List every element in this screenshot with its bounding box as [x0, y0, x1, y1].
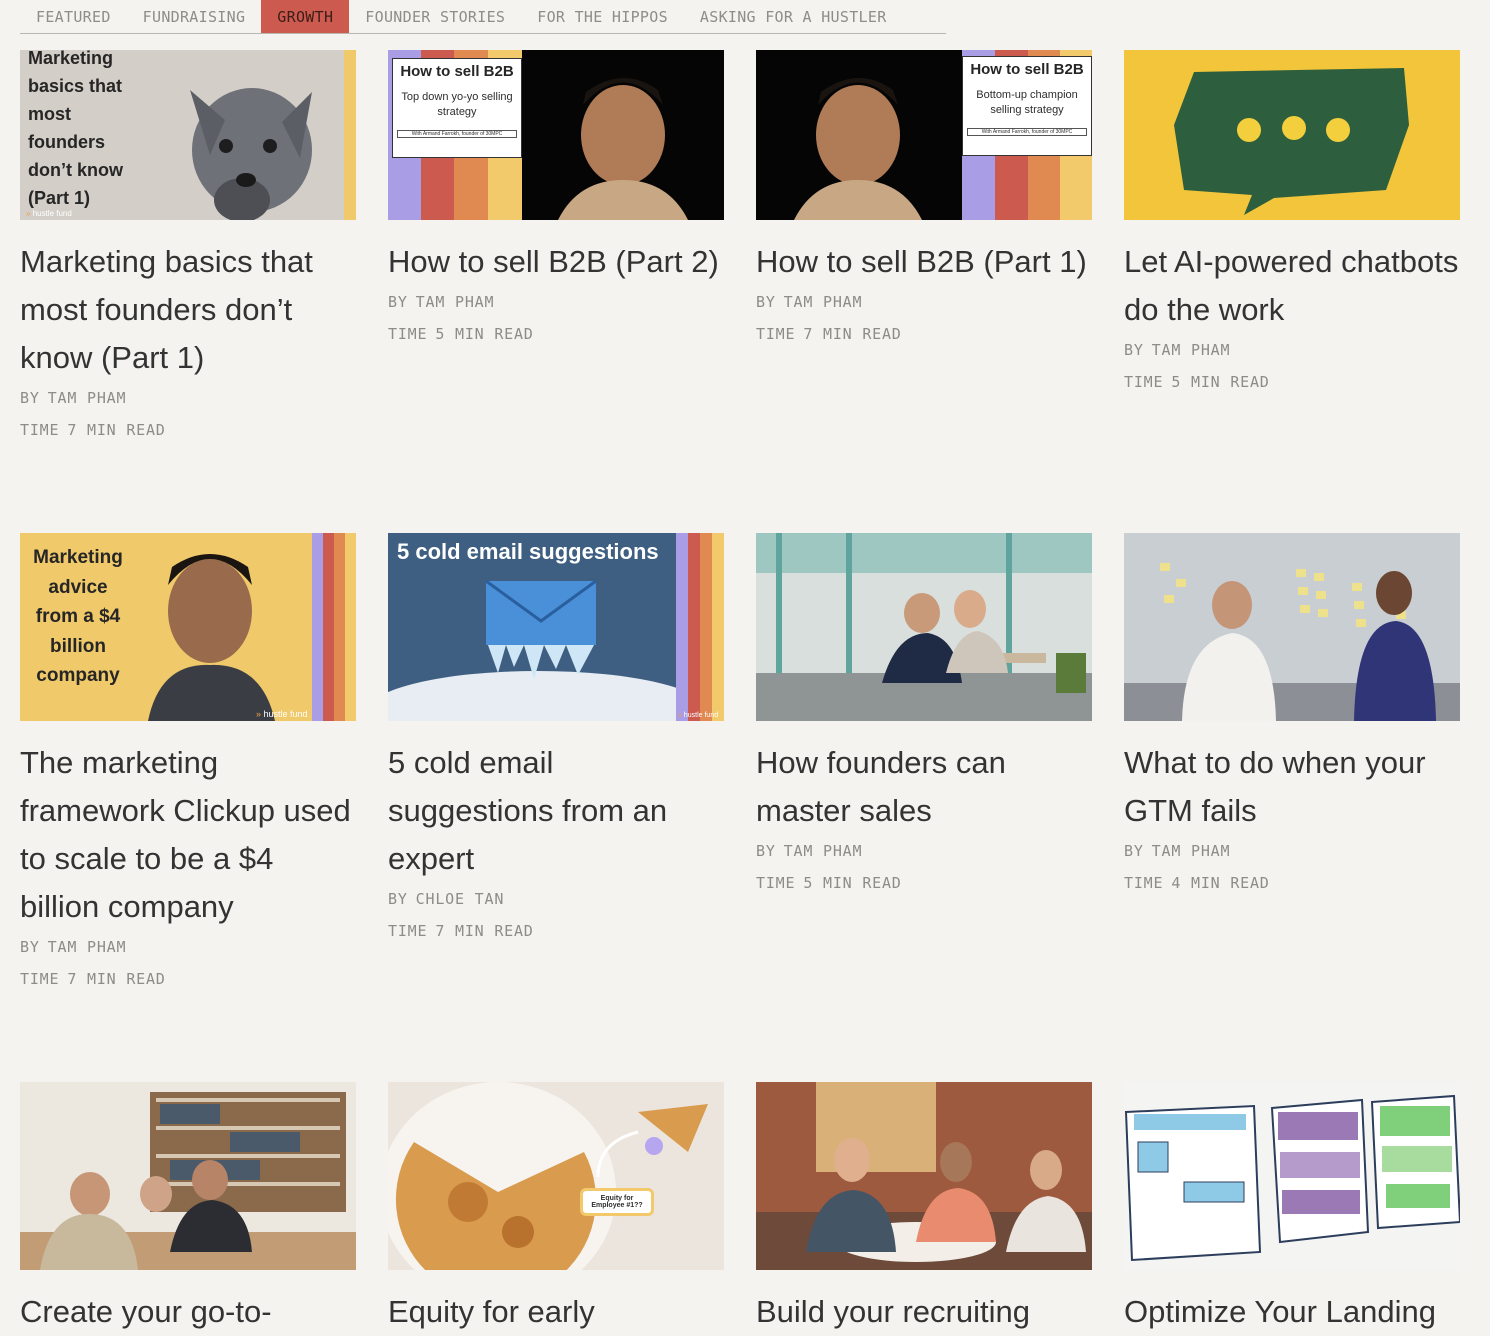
thumbnail-card: Equity for Employee #1??: [580, 1188, 654, 1216]
article-thumbnail[interactable]: Marketing advice from a $4 billion compa…: [20, 533, 356, 721]
category-tabs: FEATURED FUNDRAISING GROWTH FOUNDER STOR…: [20, 0, 946, 34]
hustle-fund-logo: » hustle fund: [26, 209, 72, 218]
pie-image: [388, 1082, 724, 1270]
article-author: BY TAM PHAM: [756, 293, 863, 311]
library-team-image: [20, 1082, 356, 1270]
article-author: BY TAM PHAM: [388, 293, 495, 311]
wireframe-sketch-image: [1124, 1082, 1460, 1270]
article-card[interactable]: How to sell B2B Top down yo-yo selling s…: [388, 50, 724, 350]
article-card[interactable]: Create your go-to-: [20, 1082, 356, 1336]
article-thumbnail[interactable]: How to sell B2B Top down yo-yo selling s…: [388, 50, 724, 220]
article-card[interactable]: Marketing basics that most founders don’…: [20, 50, 356, 446]
article-read-time: TIME 7 MIN READ: [388, 922, 534, 940]
thumbnail-card: How to sell B2B Top down yo-yo selling s…: [392, 58, 522, 158]
article-thumbnail[interactable]: Equity for Employee #1??: [388, 1082, 724, 1270]
tab-founder-stories[interactable]: FOUNDER STORIES: [349, 0, 521, 33]
thumbnail-overlay-text: 5 cold email suggestions: [397, 539, 659, 564]
thumbnail-card: How to sell B2B Bottom-up champion selli…: [962, 56, 1092, 156]
article-title[interactable]: Marketing basics that most founders don’…: [20, 238, 356, 382]
article-author: BY TAM PHAM: [1124, 341, 1231, 359]
article-author: BY TAM PHAM: [756, 842, 863, 860]
article-read-time: TIME 4 MIN READ: [1124, 874, 1270, 892]
article-title[interactable]: Equity for early: [388, 1288, 724, 1336]
article-thumbnail[interactable]: 5 cold email suggestions » hustle fund: [388, 533, 724, 721]
article-card[interactable]: How to sell B2B Bottom-up champion selli…: [756, 50, 1092, 350]
article-title[interactable]: The marketing framework Clickup used to …: [20, 739, 356, 931]
sticky-notes-image: [1124, 533, 1460, 721]
article-author: BY CHLOE TAN: [388, 890, 505, 908]
coffee-chat-image: [756, 1082, 1092, 1270]
hustle-fund-logo: » hustle fund: [678, 712, 719, 719]
article-card[interactable]: Equity for Employee #1?? Equity for earl…: [388, 1082, 724, 1336]
article-card[interactable]: Marketing advice from a $4 billion compa…: [20, 533, 356, 995]
article-read-time: TIME 7 MIN READ: [20, 421, 166, 439]
article-author: BY TAM PHAM: [20, 938, 127, 956]
article-title[interactable]: 5 cold email suggestions from an expert: [388, 739, 724, 883]
article-thumbnail[interactable]: [756, 1082, 1092, 1270]
article-title[interactable]: Create your go-to-: [20, 1288, 356, 1336]
article-title[interactable]: Let AI-powered chatbots do the work: [1124, 238, 1460, 334]
article-read-time: TIME 5 MIN READ: [1124, 373, 1270, 391]
hustle-fund-logo: » hustle fund: [256, 709, 308, 719]
article-read-time: TIME 5 MIN READ: [756, 874, 902, 892]
article-card[interactable]: What to do when your GTM fails BY TAM PHA…: [1124, 533, 1460, 899]
thumbnail-overlay-text: Marketing basics that most founders don’…: [28, 50, 123, 208]
article-title[interactable]: Optimize Your Landing: [1124, 1288, 1460, 1336]
article-author: BY TAM PHAM: [1124, 842, 1231, 860]
tab-growth[interactable]: GROWTH: [261, 0, 350, 33]
chat-bubble-image: [1124, 50, 1460, 220]
article-read-time: TIME 7 MIN READ: [20, 970, 166, 988]
article-card[interactable]: 5 cold email suggestions » hustle fund 5…: [388, 533, 724, 947]
article-card[interactable]: Let AI-powered chatbots do the work BY TA…: [1124, 50, 1460, 398]
article-thumbnail[interactable]: [20, 1082, 356, 1270]
article-thumbnail[interactable]: [1124, 50, 1460, 220]
article-title[interactable]: How founders can master sales: [756, 739, 1092, 835]
tab-asking-for-a-hustler[interactable]: ASKING FOR A HUSTLER: [684, 0, 903, 33]
tab-featured[interactable]: FEATURED: [20, 0, 127, 33]
thumbnail-overlay-text: Marketing advice from a $4 billion compa…: [33, 547, 123, 686]
tab-for-the-hippos[interactable]: FOR THE HIPPOS: [521, 0, 684, 33]
article-title[interactable]: How to sell B2B (Part 2): [388, 238, 724, 286]
article-title[interactable]: What to do when your GTM fails: [1124, 739, 1460, 835]
article-read-time: TIME 5 MIN READ: [388, 325, 534, 343]
article-thumbnail[interactable]: [756, 533, 1092, 721]
article-thumbnail[interactable]: [1124, 1082, 1460, 1270]
tab-fundraising[interactable]: FUNDRAISING: [127, 0, 262, 33]
cafe-meeting-image: [756, 533, 1092, 721]
article-title[interactable]: How to sell B2B (Part 1): [756, 238, 1092, 286]
article-read-time: TIME 7 MIN READ: [756, 325, 902, 343]
article-thumbnail[interactable]: Marketing basics that most founders don’…: [20, 50, 356, 220]
article-card[interactable]: Build your recruiting: [756, 1082, 1092, 1336]
article-author: BY TAM PHAM: [20, 389, 127, 407]
article-thumbnail[interactable]: How to sell B2B Bottom-up champion selli…: [756, 50, 1092, 220]
article-card[interactable]: How founders can master sales BY TAM PHAM…: [756, 533, 1092, 899]
article-card[interactable]: Optimize Your Landing: [1124, 1082, 1460, 1336]
article-title[interactable]: Build your recruiting: [756, 1288, 1092, 1336]
article-thumbnail[interactable]: [1124, 533, 1460, 721]
